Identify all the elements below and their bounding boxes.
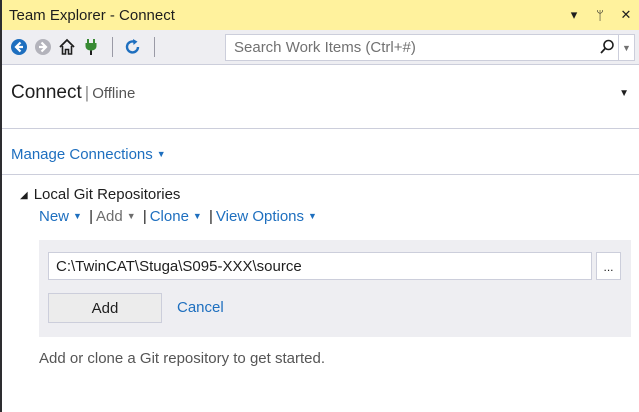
manage-connections-link[interactable]: Manage Connections ▼ <box>11 146 166 163</box>
header-divider <box>2 128 639 129</box>
page-header: Connect | Offline ▼ <box>2 66 639 128</box>
section-divider <box>2 174 639 175</box>
title-bar: Team Explorer - Connect ▾ ᛘ ✕ <box>2 0 639 30</box>
actions-separator: | <box>209 208 213 225</box>
add-link[interactable]: Add <box>96 208 123 225</box>
close-icon[interactable]: ✕ <box>619 7 633 23</box>
refresh-icon[interactable] <box>124 38 142 56</box>
connection-status: Offline <box>92 85 136 102</box>
clone-dropdown-icon[interactable]: ▼ <box>193 211 202 221</box>
title-separator: | <box>84 83 90 102</box>
toolbar: ▼ <box>2 30 639 65</box>
window-controls: ▾ ᛘ ✕ <box>567 0 633 30</box>
local-git-section-header[interactable]: ◢ Local Git Repositories <box>20 186 180 203</box>
new-dropdown-icon[interactable]: ▼ <box>73 211 82 221</box>
page-title-text: Connect <box>11 82 82 103</box>
connect-plug-icon[interactable] <box>82 38 100 56</box>
page-title: Connect | Offline <box>11 82 135 104</box>
section-title: Local Git Repositories <box>33 186 181 203</box>
empty-state-hint: Add or clone a Git repository to get sta… <box>39 350 325 367</box>
page-menu-dropdown-icon[interactable]: ▼ <box>619 88 629 99</box>
toolbar-separator <box>154 37 155 57</box>
pin-icon[interactable]: ᛘ <box>593 8 607 23</box>
manage-connections-label[interactable]: Manage Connections <box>11 146 153 163</box>
cancel-link[interactable]: Cancel <box>177 299 224 316</box>
search-input[interactable] <box>226 35 586 60</box>
search-dropdown-icon[interactable]: ▼ <box>618 35 634 60</box>
view-options-link[interactable]: View Options <box>216 208 304 225</box>
actions-separator: | <box>89 208 94 225</box>
view-options-dropdown-icon[interactable]: ▼ <box>308 211 317 221</box>
chevron-down-icon[interactable]: ▼ <box>157 149 166 159</box>
search-box: ▼ <box>225 34 635 61</box>
team-explorer-window: Team Explorer - Connect ▾ ᛘ ✕ Search Wor… <box>0 0 639 412</box>
back-icon[interactable] <box>10 38 28 56</box>
window-dropdown-icon[interactable]: ▾ <box>567 7 581 23</box>
collapse-triangle-icon[interactable]: ◢ <box>20 190 28 201</box>
home-icon[interactable] <box>58 38 76 56</box>
new-link[interactable]: New <box>39 208 69 225</box>
actions-separator: | <box>142 208 147 225</box>
browse-button[interactable]: ... <box>596 252 621 280</box>
add-repository-panel: ... Add Cancel <box>39 240 631 337</box>
add-button[interactable]: Add <box>48 293 162 323</box>
add-dropdown-icon[interactable]: ▼ <box>127 211 136 221</box>
window-title: Team Explorer - Connect <box>9 6 175 24</box>
repo-actions: New ▼ | Add ▼ | Clone ▼ | View Options ▼ <box>39 208 317 225</box>
clone-link[interactable]: Clone <box>150 208 189 225</box>
search-icon[interactable] <box>598 38 616 56</box>
forward-icon[interactable] <box>34 38 52 56</box>
toolbar-separator <box>112 37 113 57</box>
repository-path-input[interactable] <box>48 252 592 280</box>
